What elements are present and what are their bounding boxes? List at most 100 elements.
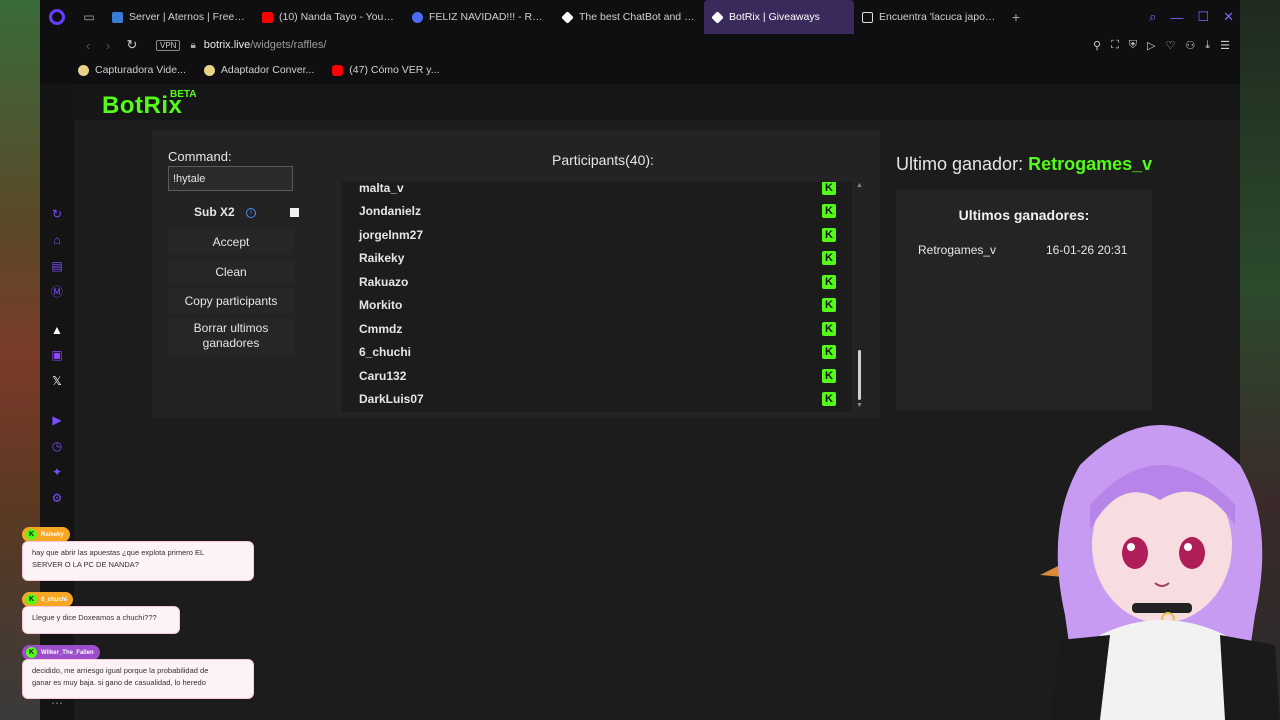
chat-message: hay que abrir las apuestas ¿que explota … [22,541,254,581]
tab-grid-icon[interactable]: ▭ [74,0,104,34]
wallet-icon[interactable]: ▤ [50,259,64,273]
tab-aternos[interactable]: Server | Aternos | Free Mi [104,0,254,34]
participant-name: Rakuazo [359,274,409,289]
avatar-jacket-right [1220,635,1280,720]
download-icon[interactable]: ⤓ [1205,39,1210,52]
kick-logo-icon: K [822,204,836,219]
tab-tiktok[interactable]: Encuentra 'lacuca japon' e [854,0,1004,34]
heart-icon[interactable]: ♡ [1166,39,1176,52]
tab-youtube[interactable]: (10) Nanda Tayo - YouTub [254,0,404,34]
screenshot-icon[interactable]: ⛶ [1111,39,1119,52]
clock-icon[interactable]: ◷ [50,439,64,453]
search-tabs-icon[interactable]: ⌕ [1149,9,1156,25]
browser-logo-icon[interactable] [40,0,74,34]
url-host: botrix.live [203,39,251,51]
pin-icon[interactable]: ⚲ [1093,39,1101,52]
command-input[interactable] [168,166,293,191]
info-icon[interactable]: i [246,208,256,218]
last-winner-name: Retrogames_v [1028,154,1153,174]
clean-button[interactable]: Clean [168,260,294,284]
extensions-icon[interactable]: ✦ [50,465,64,479]
scrollbar-thumb[interactable] [858,350,861,400]
tab-title: BotRix | Giveaways [729,11,820,23]
kick-logo-icon: K [822,182,836,195]
kick-logo-icon: K [822,274,836,289]
settings-gear-icon[interactable]: ⚙ [50,491,64,505]
minimize-icon[interactable]: — [1170,10,1183,25]
tab-title: Encuentra 'lacuca japon' e [879,11,996,23]
tab-restream[interactable]: FELIZ NAVIDAD!!! - Restre [404,0,554,34]
participant-name: Raikeky [359,251,405,266]
participant-name: Jondanielz [359,204,422,219]
delete-last-winners-button[interactable]: Borrar ultimos ganadores [168,318,294,354]
winner-history-date: 16-01-26 20:31 [1046,243,1128,257]
list-item: Morkito K [342,294,842,318]
url-field[interactable]: botrix.live/widgets/raffles/ [204,39,327,51]
avatar-choker [1132,603,1192,613]
winner-history-name: Retrogames_v [918,243,997,257]
aria-icon[interactable]: ▲ [50,323,64,337]
back-icon[interactable]: ‹ [78,38,98,53]
toolbar-icons: ⚲ ⛶ ⛨ ▷ ♡ ⚇ ⤓ ☰ [1093,34,1230,56]
participants-list[interactable]: malta_v K Jondanielz K jorgelnm27 K Raik… [342,182,852,412]
bookmarks-bar: Capturadora Vide... Adaptador Conver... … [40,56,1240,84]
scroll-down-icon[interactable]: ▼ [856,402,863,409]
accept-button[interactable]: Accept [168,230,294,254]
bag-icon[interactable]: ⌂ [50,233,64,247]
new-tab-button[interactable]: + [1004,9,1028,25]
bookmark-item[interactable]: (47) Cómo VER y... [332,64,440,76]
copy-participants-button[interactable]: Copy participants [168,289,294,313]
participant-name: 6_chuchi [359,345,412,360]
chatbot-favicon-icon [561,10,574,24]
reload-icon[interactable]: ↻ [122,37,142,53]
profile-icon[interactable]: ⚇ [1185,39,1195,52]
chat-username: 6_chuchi [41,596,68,603]
url-path: /widgets/raffles/ [250,39,327,51]
window-controls: ⌕ — ☐ ✕ [1149,0,1234,34]
close-icon[interactable]: ✕ [1223,9,1234,25]
last-winner-label: Ultimo ganador: [896,154,1029,174]
player-icon[interactable]: ▶ [50,413,64,427]
youtube-favicon-icon [262,11,273,23]
sub-x2-checkbox[interactable] [290,208,299,217]
avatar-eye-left [1122,537,1148,569]
kick-logo-icon: K [822,345,836,360]
avatar-eye-shine [1127,543,1135,551]
tiktok-favicon-icon [862,11,873,23]
list-item: 6_chuchi K [342,341,842,365]
bookmark-favicon-icon [78,64,89,76]
play-icon[interactable]: ▷ [1147,39,1155,52]
participant-name: malta_v [359,182,404,195]
tab-chatbot[interactable]: The best ChatBot and Wid [554,0,704,34]
botrix-favicon-icon [711,10,724,24]
chat-message-line: ganar es muy baja. si gano de casualidad… [32,678,206,687]
tab-title: (10) Nanda Tayo - YouTub [279,11,396,23]
participant-name: Morkito [359,298,403,313]
messenger-icon[interactable]: Ⓜ [50,285,64,299]
x-icon[interactable]: 𝕏 [50,374,64,388]
tab-botrix-giveaways[interactable]: BotRix | Giveaways [704,0,854,34]
list-item: Cmmdz K [342,317,842,341]
twitch-icon[interactable]: ▣ [50,348,64,362]
vpn-badge[interactable]: VPN [156,39,181,51]
sub-x2-label: Sub X2 [194,205,235,219]
chat-username: Raikeky [41,531,64,538]
shield-icon[interactable]: ⛨ [1129,39,1137,52]
chat-username-badge: K Wilker_The_Fallen [22,645,100,660]
bookmark-label: Capturadora Vide... [95,64,186,76]
tab-bar: ▭ Server | Aternos | Free Mi (10) Nanda … [40,0,1240,34]
command-label: Command: [168,149,232,164]
forward-icon[interactable]: › [98,38,118,53]
maximize-icon[interactable]: ☐ [1197,9,1209,25]
bookmark-item[interactable]: Capturadora Vide... [78,64,186,76]
bookmark-item[interactable]: Adaptador Conver... [203,64,314,76]
list-item: jorgelnm27 K [342,223,842,247]
lock-icon[interactable]: 🔒︎ [190,40,195,51]
history-refresh-icon[interactable]: ↻ [50,207,64,221]
kick-logo-icon: K [822,251,836,266]
kick-logo-icon: K [822,392,836,407]
menu-icon[interactable]: ☰ [1220,39,1230,52]
scroll-up-icon[interactable]: ▲ [856,182,863,189]
last-winners-title: Ultimos ganadores: [958,207,1090,223]
participants-scrollbar[interactable]: ▲ ▼ [856,182,864,412]
